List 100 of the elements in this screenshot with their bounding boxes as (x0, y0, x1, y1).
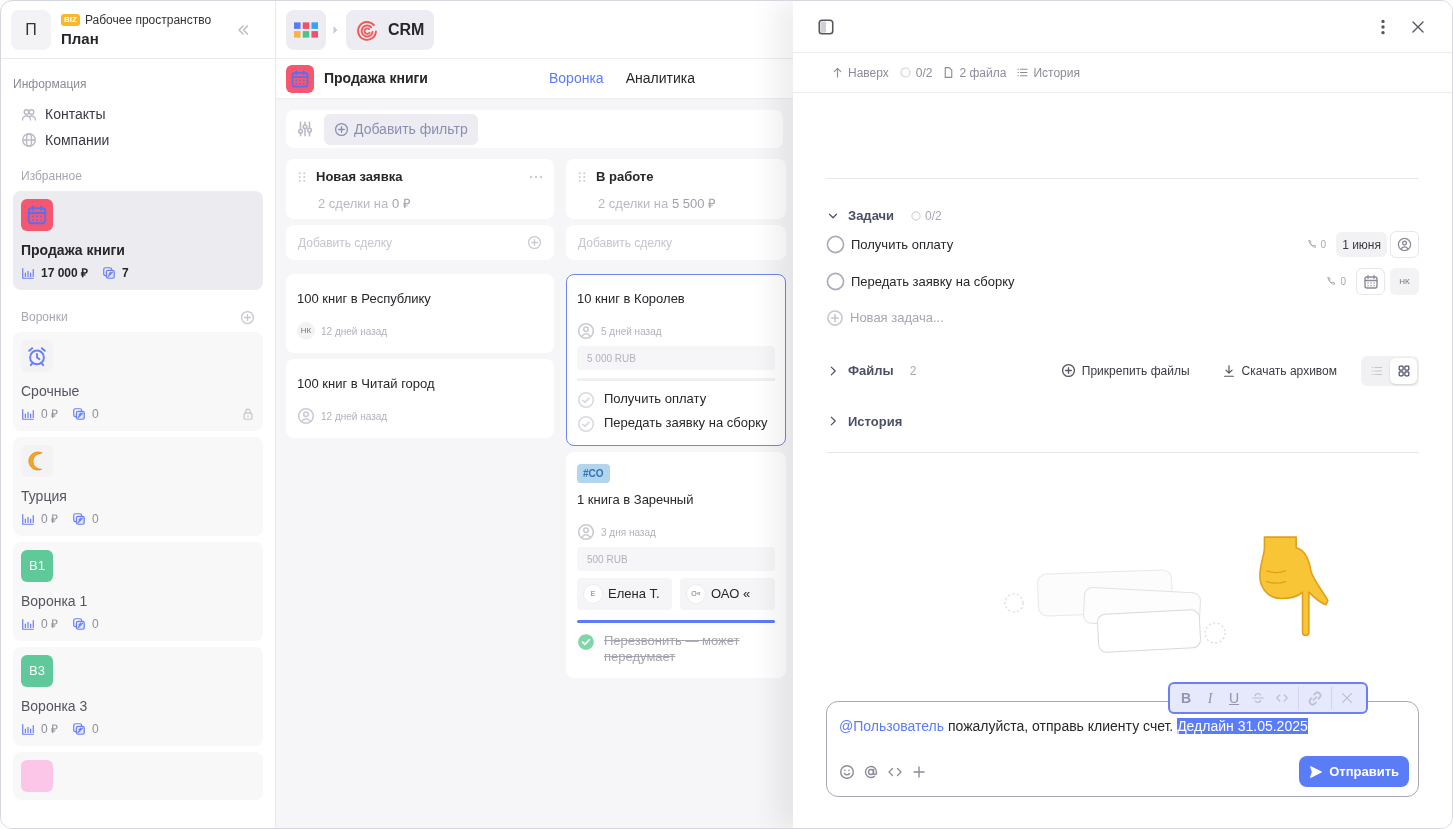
funnel-card[interactable]: В1 Воронка 1 0 ₽ 0 (13, 542, 263, 641)
plus-icon[interactable] (911, 763, 927, 780)
deal-count: 0 (92, 721, 100, 738)
workspace-avatar[interactable]: П (11, 9, 51, 50)
checkbox-icon[interactable] (826, 272, 845, 291)
progress-text: 0/2 (925, 207, 942, 225)
deal-card[interactable]: 100 книг в Республику НК 12 дней назад (286, 274, 554, 353)
funnel-card[interactable] (13, 752, 263, 800)
ring-icon (910, 209, 923, 222)
ring-icon (898, 66, 912, 79)
assignee-button[interactable] (1390, 231, 1419, 258)
funnel-name: Турция (21, 487, 68, 505)
checkbox-icon[interactable] (826, 235, 845, 254)
contact-name: Елена Т. (608, 585, 660, 604)
mention-icon[interactable] (863, 763, 879, 780)
column-title: Новая заявка (316, 168, 404, 186)
task-text: Передать заявку на сборку (604, 415, 768, 431)
deal-title: 100 книг в Республику (297, 290, 432, 308)
amount-text: 0 ₽ (41, 511, 58, 528)
funnel-card[interactable]: Турция 0 ₽ 0 (13, 437, 263, 536)
grid-icon (1396, 363, 1411, 378)
emoji-icon[interactable] (839, 763, 855, 780)
workspace-label: Рабочее пространство (84, 11, 212, 29)
list-icon (1016, 66, 1030, 79)
view-tab[interactable]: Аналитика (625, 68, 695, 89)
funnel-badge: В3 (21, 655, 53, 687)
deal-title: 1 книга в Заречный (577, 491, 695, 509)
selected-text: Дедлайн 31.05.2025 (1177, 718, 1308, 734)
plus-circle-icon[interactable] (527, 235, 542, 250)
add-deal-field[interactable]: Добавить сделку (566, 225, 786, 260)
sliders-icon[interactable] (296, 120, 314, 138)
section-title[interactable]: История (848, 411, 903, 431)
attach-files-button[interactable]: Прикрепить файлы (1060, 361, 1190, 380)
date-button[interactable] (1356, 268, 1385, 295)
due-date[interactable]: 1 июня (1336, 232, 1387, 257)
send-icon (1309, 764, 1324, 779)
deals-icon (72, 407, 86, 421)
task-text: Перезвонить — может передумает (604, 633, 741, 665)
send-button[interactable]: Отправить (1299, 756, 1409, 787)
deal-title: 100 книг в Читай город (297, 375, 436, 393)
plus-circle-icon (1060, 363, 1076, 378)
funnel-card[interactable]: Срочные 0 ₽ 0 (13, 332, 263, 431)
add-deal-field[interactable]: Добавить сделку (286, 225, 554, 260)
funnel-name: Срочные (21, 382, 81, 400)
chart-icon (21, 722, 35, 736)
deal-time: 3 дня назад (601, 525, 656, 540)
people-icon (21, 106, 37, 123)
user-icon (577, 523, 595, 541)
chart-icon (21, 512, 35, 526)
deal-card[interactable]: 100 книг в Читай город 12 дней назад (286, 359, 554, 438)
apps-grid-icon (294, 21, 318, 38)
add-funnel-icon[interactable] (240, 309, 255, 325)
sidebar-item[interactable]: Контакты (13, 102, 263, 128)
funnel-name: Продажа книги (21, 241, 126, 259)
call-count: 0 (1320, 238, 1327, 252)
crm-button[interactable]: CRM (346, 9, 435, 50)
task-text[interactable]: Получить оплату (851, 234, 1307, 255)
new-task-field[interactable]: Новая задача... (850, 307, 1419, 328)
chart-icon (21, 407, 35, 421)
assignee-avatar[interactable]: НК (1390, 268, 1419, 295)
funnel-name: Воронка 1 (21, 592, 89, 610)
funnel-card[interactable]: В3 Воронка 3 0 ₽ 0 (13, 647, 263, 746)
view-tab[interactable]: Воронка (549, 68, 604, 89)
check-done-icon[interactable] (577, 633, 595, 651)
apps-button[interactable] (286, 9, 326, 50)
call-count: 0 (1340, 275, 1346, 289)
deal-tag: #CO (577, 464, 610, 483)
user-icon (577, 322, 595, 340)
column-summary: 2 сделки на 0 ₽ (317, 194, 412, 213)
sidebar-toggle-icon[interactable] (817, 17, 835, 36)
checkbox-icon[interactable] (577, 415, 595, 433)
section-title[interactable]: Задачи (848, 206, 895, 226)
deal-count: 0 (92, 511, 100, 528)
task-text[interactable]: Передать заявку на сборку (851, 271, 1327, 292)
deal-time: 12 дней назад (321, 324, 388, 339)
deal-amount: 5 000 RUB (577, 346, 775, 370)
amount-text: 17 000 ₽ (41, 265, 89, 282)
funnel-name: Воронка 3 (21, 697, 89, 715)
deal-time: 12 дней назад (321, 409, 388, 424)
amount-text: 0 ₽ (41, 406, 58, 423)
deal-title: 10 книг в Королев (577, 290, 686, 308)
checkbox-icon[interactable] (577, 391, 595, 409)
deals-icon (72, 512, 86, 526)
section-title[interactable]: Файлы (848, 360, 894, 381)
mention-link[interactable]: @Пользователь (839, 718, 945, 734)
deal-card[interactable]: 10 книг в Королев 5 дней назад 5 000 RUB Получить оплату Передать заявку на сборку (566, 274, 786, 446)
sidebar-item[interactable]: Компании (13, 127, 263, 153)
page-title: Продажа книги (324, 69, 429, 88)
nav-link[interactable]: 0/2 (898, 63, 933, 82)
download-archive-button[interactable]: Скачать архивом (1221, 361, 1337, 380)
nav-link[interactable]: История (1016, 63, 1080, 82)
plus-circle-icon (334, 121, 349, 137)
view-button[interactable] (1390, 357, 1417, 384)
deal-count: 0 (92, 616, 100, 633)
plus-circle-icon[interactable] (826, 308, 844, 327)
funnel-card[interactable]: Продажа книги 17 000 ₽ 7 (13, 191, 263, 290)
user-icon (1397, 237, 1412, 252)
contact-name: ОАО « (711, 585, 751, 604)
arrow-up-icon (831, 66, 844, 79)
nav-link[interactable]: 2 файла (942, 63, 1007, 82)
